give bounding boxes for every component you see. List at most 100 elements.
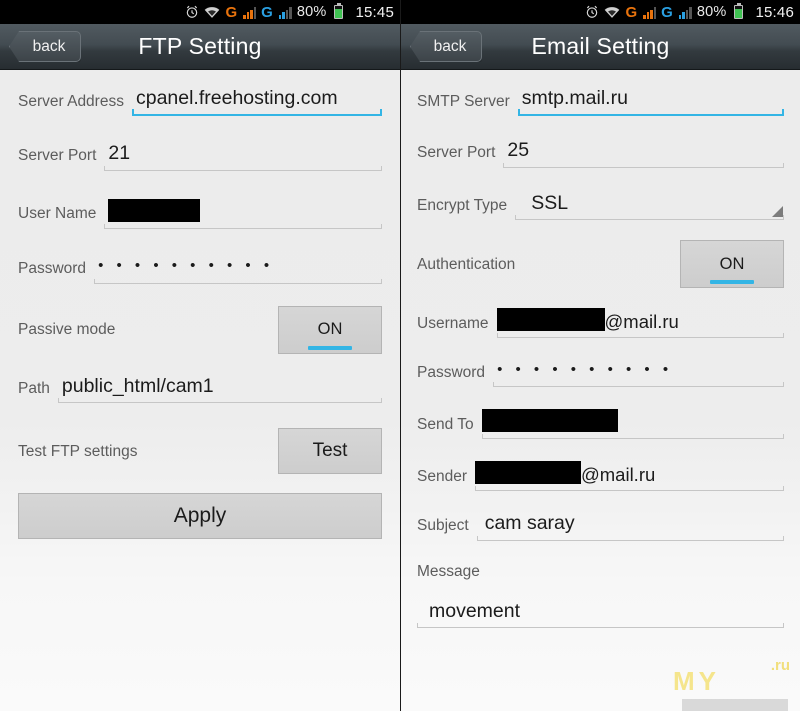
- status-bar-left: G G 80% 15:45: [0, 0, 400, 24]
- authentication-toggle-label: ON: [719, 254, 745, 273]
- battery-icon: [734, 3, 744, 19]
- wifi-icon: [604, 6, 620, 19]
- passive-mode-toggle[interactable]: ON: [278, 305, 382, 354]
- battery-percent-label: 80%: [696, 4, 727, 20]
- authentication-label: Authentication: [417, 255, 516, 273]
- sender-label: Sender: [417, 467, 467, 485]
- redaction-bar: [481, 409, 618, 433]
- row-server-port: Server Port 25: [417, 140, 784, 169]
- user-name-label: User Name: [18, 205, 97, 223]
- back-button[interactable]: back: [9, 31, 81, 62]
- path-input[interactable]: public_html/cam1: [57, 376, 383, 404]
- email-settings-form: SMTP Server smtp.mail.ru Server Port 25 …: [401, 70, 800, 711]
- password-mask: • • • • • • • • • •: [497, 360, 673, 378]
- smtp-server-input[interactable]: smtp.mail.ru: [517, 88, 785, 117]
- subject-input[interactable]: cam saray: [476, 513, 785, 542]
- test-button[interactable]: Test: [278, 428, 382, 475]
- signal-bars-blue-icon: [678, 6, 692, 19]
- row-password: Password • • • • • • • • • •: [417, 360, 784, 388]
- status-bar-right: G G 80% 15:46: [401, 0, 800, 24]
- title-bar-left: back FTP Setting: [0, 24, 400, 70]
- ftp-settings-form: Server Address cpanel.freehosting.com Se…: [0, 70, 400, 711]
- message-label: Message: [417, 562, 480, 580]
- server-port-input[interactable]: 21: [104, 143, 382, 172]
- alarm-icon: [585, 5, 599, 19]
- encrypt-type-select[interactable]: SSL: [515, 191, 784, 221]
- battery-percent-label: 80%: [296, 4, 327, 20]
- toggle-indicator: [308, 345, 352, 350]
- server-address-label: Server Address: [18, 92, 124, 110]
- username-input[interactable]: @mail.ru: [496, 308, 784, 339]
- watermark-secondary: .ru: [770, 657, 790, 674]
- row-sender: Sender @mail.ru: [417, 461, 785, 492]
- redaction-bar: [108, 198, 201, 222]
- row-smtp-server: SMTP Server smtp.mail.ru: [417, 88, 785, 117]
- subject-label: Subject: [417, 517, 469, 535]
- passive-mode-label: Passive mode: [18, 321, 116, 339]
- row-encrypt-type: Encrypt Type SSL: [417, 191, 784, 221]
- password-label: Password: [417, 363, 486, 381]
- sender-input[interactable]: @mail.ru: [474, 461, 785, 492]
- server-port-input[interactable]: 25: [503, 140, 784, 169]
- smtp-server-label: SMTP Server: [417, 92, 510, 110]
- toggle-indicator: [710, 280, 754, 285]
- phone-panel-ftp: G G 80% 15:45 back FTP Setting Server Ad…: [0, 0, 400, 711]
- row-test-ftp: Test FTP settings Test: [18, 428, 382, 475]
- path-label: Path: [18, 379, 50, 397]
- signal-bars-orange-icon: [243, 6, 257, 19]
- message-input[interactable]: movement: [417, 600, 784, 629]
- signal-bars-blue-icon: [278, 6, 292, 19]
- wifi-icon: [204, 6, 220, 19]
- password-input[interactable]: • • • • • • • • • •: [493, 360, 784, 388]
- send-to-input[interactable]: [481, 409, 785, 440]
- server-address-input[interactable]: cpanel.freehosting.com: [131, 88, 383, 117]
- title-bar-right: back Email Setting: [401, 24, 800, 70]
- watermark-primary: MY: [673, 666, 720, 696]
- alarm-icon: [185, 5, 199, 19]
- dropdown-arrow-icon: [772, 206, 783, 218]
- signal-g-orange-icon: G: [225, 3, 238, 21]
- row-server-port: Server Port 21: [18, 143, 382, 172]
- row-message-label: Message: [417, 563, 784, 581]
- passive-mode-toggle-label: ON: [317, 320, 343, 339]
- clock-label: 15:45: [355, 3, 394, 21]
- battery-icon: [334, 3, 344, 19]
- password-input[interactable]: • • • • • • • • • •: [94, 257, 382, 284]
- username-label: Username: [417, 314, 489, 332]
- redaction-bar: [496, 308, 605, 332]
- row-path: Path public_html/cam1: [18, 376, 383, 404]
- encrypt-type-label: Encrypt Type: [417, 196, 508, 214]
- user-name-input[interactable]: [104, 198, 382, 229]
- phone-panel-email: G G 80% 15:46 back Email Setting SMTP Se…: [400, 0, 800, 711]
- test-ftp-label: Test FTP settings: [18, 442, 138, 460]
- watermark-bar: [682, 699, 788, 711]
- server-port-label: Server Port: [417, 144, 496, 162]
- apply-button[interactable]: Apply: [18, 493, 382, 540]
- row-apply: Apply: [18, 493, 382, 540]
- signal-g-blue-icon: G: [261, 3, 273, 21]
- signal-g-orange-icon: G: [625, 3, 638, 21]
- row-user-name: User Name: [18, 198, 382, 229]
- redaction-bar: [474, 461, 581, 485]
- password-label: Password: [18, 260, 87, 278]
- send-to-label: Send To: [417, 415, 474, 433]
- row-message: movement: [417, 600, 784, 629]
- row-send-to: Send To: [417, 409, 785, 440]
- signal-g-blue-icon: G: [661, 3, 673, 21]
- clock-label: 15:46: [755, 3, 794, 21]
- server-port-label: Server Port: [18, 147, 97, 165]
- back-button[interactable]: back: [410, 31, 482, 62]
- password-mask: • • • • • • • • • •: [98, 257, 274, 275]
- sender-domain: @mail.ru: [580, 463, 656, 485]
- row-server-address: Server Address cpanel.freehosting.com: [18, 88, 383, 117]
- username-domain: @mail.ru: [604, 310, 679, 332]
- dual-phone-screenshot: G G 80% 15:45 back FTP Setting Server Ad…: [0, 0, 800, 711]
- row-password: Password • • • • • • • • • •: [18, 257, 382, 284]
- signal-bars-orange-icon: [643, 6, 657, 19]
- row-username: Username @mail.ru: [417, 308, 784, 339]
- row-passive-mode: Passive mode ON: [18, 305, 382, 354]
- row-subject: Subject cam saray: [417, 513, 785, 542]
- row-authentication: Authentication ON: [417, 240, 784, 289]
- encrypt-type-value: SSL: [531, 191, 569, 214]
- authentication-toggle[interactable]: ON: [680, 240, 784, 289]
